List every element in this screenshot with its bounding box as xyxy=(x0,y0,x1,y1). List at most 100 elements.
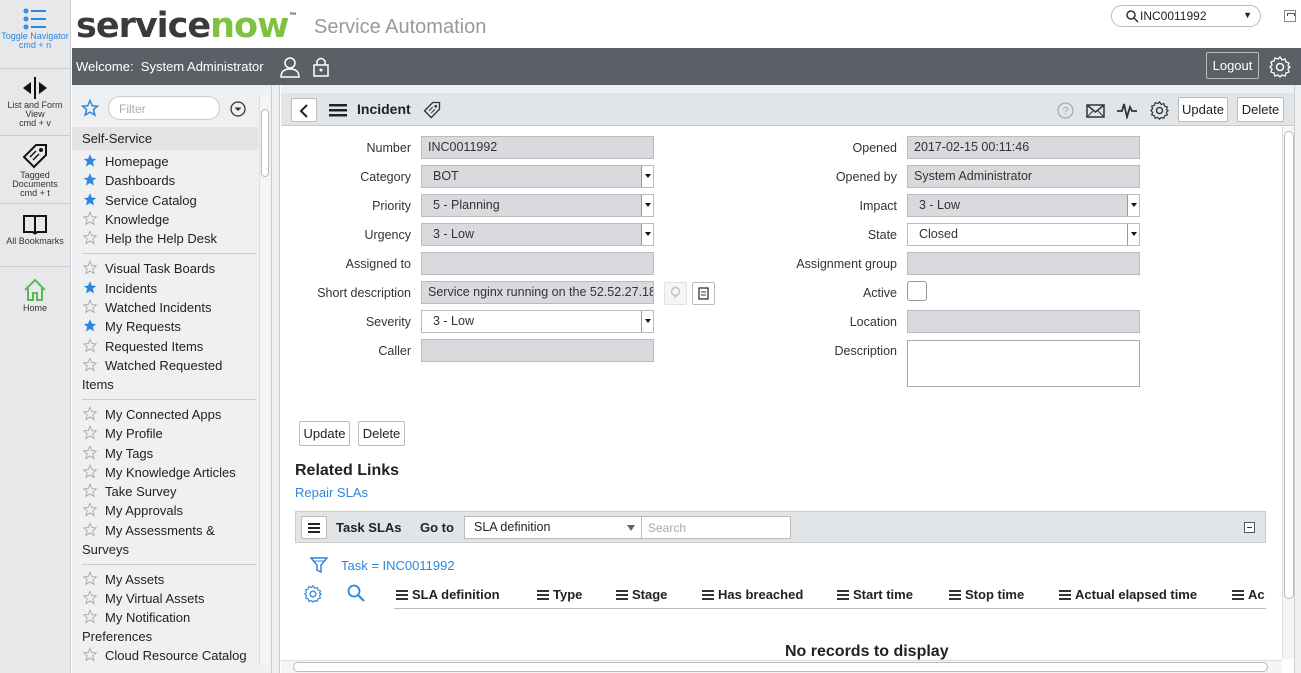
column-header-truncated[interactable]: Ac xyxy=(1232,587,1267,602)
category-select[interactable]: BOT xyxy=(421,165,654,188)
form-menu-icon[interactable] xyxy=(329,104,347,117)
column-menu-icon[interactable] xyxy=(1059,590,1071,600)
impact-select[interactable]: 3 - Low xyxy=(907,194,1140,217)
user-name[interactable]: System Administrator xyxy=(141,59,264,74)
nav-item[interactable]: Service Catalog xyxy=(82,191,256,210)
star-outline-icon[interactable] xyxy=(82,463,98,479)
column-menu-icon[interactable] xyxy=(396,590,408,600)
star-filled-icon[interactable] xyxy=(82,192,98,207)
favorites-star-icon[interactable] xyxy=(81,99,99,117)
star-outline-icon[interactable] xyxy=(82,406,98,421)
nav-item[interactable]: Take Survey xyxy=(82,482,256,501)
column-menu-icon[interactable] xyxy=(837,590,849,600)
nav-item[interactable]: Dashboards xyxy=(82,171,256,190)
nav-item[interactable]: Incidents xyxy=(82,279,256,298)
star-outline-icon[interactable] xyxy=(82,425,98,440)
number-field[interactable]: INC0011992 xyxy=(421,136,654,159)
assigned-to-field[interactable] xyxy=(421,252,654,275)
description-textarea[interactable] xyxy=(907,340,1140,387)
opened-by-field[interactable]: System Administrator xyxy=(907,165,1140,188)
nav-item[interactable]: Homepage xyxy=(82,152,256,171)
column-menu-icon[interactable] xyxy=(702,590,714,600)
repair-slas-link[interactable]: Repair SLAs xyxy=(295,485,368,500)
activity-icon[interactable] xyxy=(1117,102,1137,119)
priority-select[interactable]: 5 - Planning xyxy=(421,194,654,217)
column-menu-icon[interactable] xyxy=(949,590,961,600)
list-form-view-button[interactable]: List and Form View cmd + v xyxy=(0,77,70,128)
nav-item[interactable]: My Tags xyxy=(82,444,256,463)
scrollbar-thumb[interactable] xyxy=(293,662,1268,672)
knowledge-lookup-button[interactable] xyxy=(692,282,715,305)
star-outline-icon[interactable] xyxy=(82,647,98,662)
star-outline-icon[interactable] xyxy=(82,299,98,314)
assignment-group-field[interactable] xyxy=(907,252,1140,275)
list-search-input[interactable]: Search xyxy=(641,516,791,539)
panel-splitter[interactable] xyxy=(272,85,280,673)
global-search-input[interactable]: INC0011992 ▼ xyxy=(1111,5,1261,27)
delete-button[interactable]: Delete xyxy=(358,421,405,446)
star-outline-icon[interactable] xyxy=(82,609,98,624)
column-header-sla-definition[interactable]: SLA definition xyxy=(396,587,500,602)
star-outline-icon[interactable] xyxy=(82,230,98,245)
suggestion-button[interactable] xyxy=(664,282,687,305)
star-outline-icon[interactable] xyxy=(82,483,98,498)
column-header-stop-time[interactable]: Stop time xyxy=(949,587,1024,602)
home-button[interactable]: Home xyxy=(0,278,70,313)
star-outline-icon[interactable] xyxy=(82,260,98,275)
gear-icon[interactable] xyxy=(1269,56,1291,78)
lock-icon[interactable] xyxy=(312,56,330,78)
column-menu-icon[interactable] xyxy=(537,590,549,600)
nav-item[interactable]: Watched Requested Items xyxy=(82,356,256,394)
breadcrumb-filter-link[interactable]: Task = INC0011992 xyxy=(341,558,455,573)
nav-item[interactable]: My Virtual Assets xyxy=(82,589,256,608)
nav-item[interactable]: My Assets xyxy=(82,570,256,589)
severity-select[interactable]: 3 - Low xyxy=(421,310,654,333)
column-menu-icon[interactable] xyxy=(1232,590,1244,600)
toggle-navigator-button[interactable]: Toggle Navigator cmd + n xyxy=(0,8,70,50)
scrollbar-thumb[interactable] xyxy=(1284,131,1294,599)
all-bookmarks-button[interactable]: All Bookmarks xyxy=(0,213,70,246)
nav-item[interactable]: Cloud Resource Catalog xyxy=(82,646,256,665)
star-outline-icon[interactable] xyxy=(82,590,98,605)
search-icon[interactable] xyxy=(347,584,365,602)
nav-item[interactable]: My Requests xyxy=(82,317,256,336)
star-filled-icon[interactable] xyxy=(82,172,98,187)
nav-item[interactable]: My Approvals xyxy=(82,501,256,520)
location-field[interactable] xyxy=(907,310,1140,333)
column-header-start-time[interactable]: Start time xyxy=(837,587,913,602)
chevron-down-icon[interactable]: ▼ xyxy=(1243,10,1252,20)
nav-item[interactable]: Requested Items xyxy=(82,337,256,356)
tagged-documents-button[interactable]: Tagged Documents cmd + t xyxy=(0,143,70,198)
collapse-banner-button[interactable] xyxy=(1284,10,1296,22)
column-header-stage[interactable]: Stage xyxy=(616,587,667,602)
nav-item[interactable]: Watched Incidents xyxy=(82,298,256,317)
short-description-field[interactable]: Service nginx running on the 52.52.27.18 xyxy=(421,281,654,304)
form-horizontal-scrollbar[interactable] xyxy=(281,660,1282,673)
star-outline-icon[interactable] xyxy=(82,521,98,537)
nav-item[interactable]: My Connected Apps xyxy=(82,405,256,424)
navigator-scrollbar[interactable] xyxy=(259,95,270,665)
filter-icon[interactable] xyxy=(310,557,328,574)
state-select[interactable]: Closed xyxy=(907,223,1140,246)
nav-item[interactable]: My Profile xyxy=(82,424,256,443)
column-header-actual-elapsed-time[interactable]: Actual elapsed time xyxy=(1059,587,1197,602)
urgency-select[interactable]: 3 - Low xyxy=(421,223,654,246)
star-filled-icon[interactable] xyxy=(82,318,98,333)
tag-icon[interactable] xyxy=(423,101,441,119)
star-outline-icon[interactable] xyxy=(82,570,98,586)
logout-button[interactable]: Logout xyxy=(1206,52,1259,79)
nav-section-self-service[interactable]: Self-Service xyxy=(72,127,258,150)
nav-item[interactable]: Knowledge xyxy=(82,210,256,229)
nav-item[interactable]: Help the Help Desk xyxy=(82,229,256,248)
star-filled-icon[interactable] xyxy=(82,280,98,295)
gear-icon[interactable] xyxy=(1150,101,1169,120)
nav-item[interactable]: My Assessments & Surveys xyxy=(82,521,256,559)
star-outline-icon[interactable] xyxy=(82,444,98,460)
personalize-list-gear-icon[interactable] xyxy=(304,585,322,603)
nav-item[interactable]: My Knowledge Articles xyxy=(82,463,256,482)
email-icon[interactable] xyxy=(1086,104,1105,118)
column-header-has-breached[interactable]: Has breached xyxy=(702,587,803,602)
chevron-down-icon[interactable] xyxy=(230,101,246,117)
update-button[interactable]: Update xyxy=(299,421,350,446)
collapse-list-button[interactable] xyxy=(1244,522,1255,533)
